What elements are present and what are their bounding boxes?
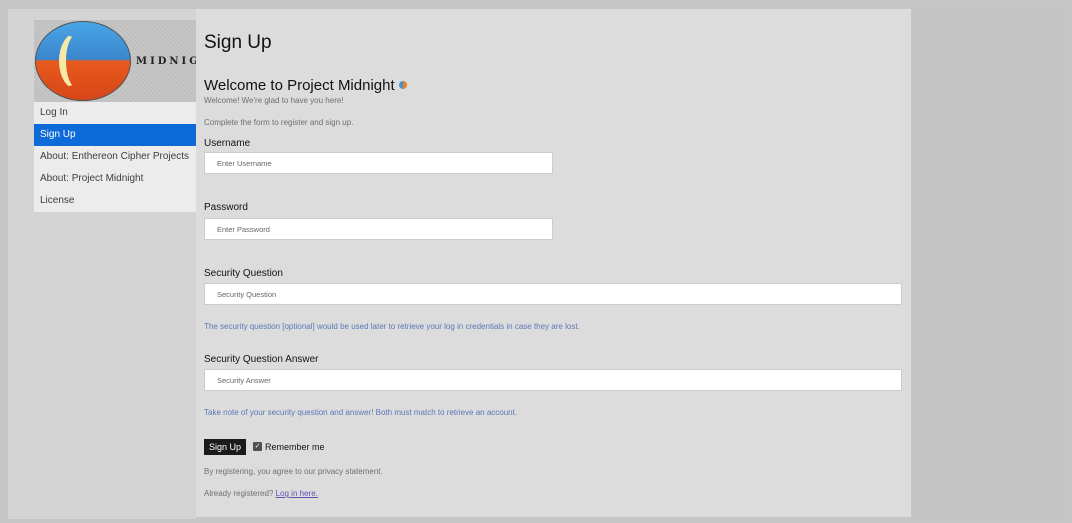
username-label: Username bbox=[204, 138, 251, 149]
page-title: Sign Up bbox=[204, 32, 272, 53]
nav-item-about-midnight[interactable]: About: Project Midnight bbox=[34, 168, 196, 190]
sign-up-button[interactable]: Sign Up bbox=[204, 439, 247, 455]
already-registered-text: Already registered? bbox=[204, 489, 274, 498]
security-question-hint: The security question [optional] would b… bbox=[204, 322, 580, 331]
already-registered-row: Already registered? Log in here. bbox=[204, 489, 318, 498]
log-in-link[interactable]: Log in here. bbox=[276, 489, 318, 498]
nav-item-license[interactable]: License bbox=[34, 190, 196, 212]
nav-menu: Log In Sign Up About: Enthereon Cipher P… bbox=[34, 102, 196, 212]
instructions-text: Complete the form to register and sign u… bbox=[204, 118, 354, 127]
password-input[interactable] bbox=[204, 218, 553, 240]
logo-text: MIDNIGHT bbox=[136, 56, 196, 67]
security-answer-label: Security Question Answer bbox=[204, 354, 319, 365]
nav-item-log-in[interactable]: Log In bbox=[34, 102, 196, 124]
agreement-text: By registering, you agree to our privacy… bbox=[204, 467, 383, 476]
crescent-moon-icon bbox=[59, 33, 93, 89]
password-label: Password bbox=[204, 202, 248, 213]
security-answer-input[interactable] bbox=[204, 369, 902, 391]
sidebar: MIDNIGHT Log In Sign Up About: Enthereon… bbox=[34, 20, 196, 212]
logo: MIDNIGHT bbox=[34, 20, 196, 102]
username-input[interactable] bbox=[204, 152, 553, 174]
security-question-input[interactable] bbox=[204, 283, 902, 305]
nav-item-about-enthereon[interactable]: About: Enthereon Cipher Projects bbox=[34, 146, 196, 168]
globe-icon bbox=[398, 81, 407, 89]
security-question-label: Security Question bbox=[204, 268, 283, 279]
welcome-heading: Welcome to Project Midnight bbox=[204, 76, 407, 94]
remember-me-label: Remember me bbox=[265, 442, 325, 452]
right-column-background bbox=[911, 9, 1064, 519]
remember-me-checkbox[interactable]: ✓ bbox=[253, 442, 262, 451]
security-answer-hint: Take note of your security question and … bbox=[204, 408, 518, 417]
nav-item-sign-up[interactable]: Sign Up bbox=[34, 124, 196, 146]
welcome-heading-text: Welcome to Project Midnight bbox=[204, 76, 395, 94]
welcome-text: Welcome! We're glad to have you here! bbox=[204, 96, 344, 105]
logo-emblem-icon bbox=[35, 21, 131, 101]
